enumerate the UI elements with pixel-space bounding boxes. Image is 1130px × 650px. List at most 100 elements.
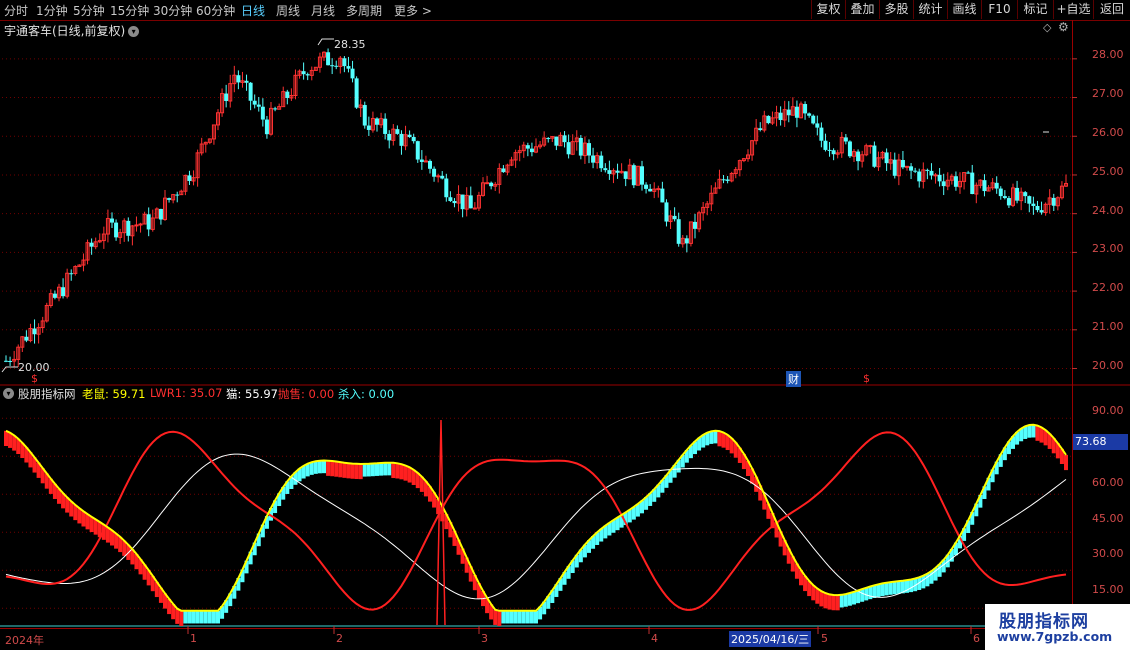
candle-body: [872, 145, 877, 167]
signal-bar: [1039, 427, 1044, 443]
candle-body: [672, 215, 677, 220]
candle-body: [766, 115, 771, 124]
candle-body: [725, 179, 730, 181]
candle-body: [941, 181, 946, 187]
candle-body: [440, 175, 445, 179]
candle-body: [892, 159, 897, 176]
candle-body: [436, 175, 441, 178]
signal-bar: [505, 610, 510, 624]
candle-body: [252, 100, 257, 105]
candle-body: [607, 170, 612, 174]
candle-body: [562, 135, 567, 143]
signal-bar: [827, 594, 832, 610]
candle-body: [428, 160, 432, 169]
candle-body: [587, 143, 591, 156]
candle-body: [387, 133, 392, 141]
event-marker-s[interactable]: $: [31, 372, 38, 385]
time-label: 6: [973, 632, 980, 645]
signal-bar: [880, 583, 885, 597]
lwr1-label: LWR1: 35.07: [150, 386, 223, 400]
signal-bar: [509, 610, 514, 624]
candle-body: [994, 182, 999, 189]
candle-body: [1023, 192, 1028, 197]
candle-body: [485, 182, 490, 185]
signal-bar: [713, 430, 718, 444]
candle-body: [815, 123, 820, 128]
price-tick: 27.00: [1092, 87, 1124, 100]
candle-body: [248, 82, 253, 101]
signal-bar: [191, 610, 196, 624]
candle-body: [472, 207, 477, 210]
indicator-tick: 15.00: [1092, 583, 1124, 596]
candle-body: [982, 180, 987, 192]
signal-bar: [884, 582, 889, 596]
candle-body: [224, 93, 229, 101]
candle-body: [301, 71, 306, 75]
stock-title-area: 宇通客车(日线,前复权) ▾: [4, 22, 140, 39]
event-marker-cai[interactable]: 财: [786, 371, 801, 387]
signal-bar: [179, 610, 184, 626]
indicator-tick: 60.00: [1092, 476, 1124, 489]
candle-body: [900, 160, 905, 168]
chevron-down-icon[interactable]: ▾: [3, 388, 14, 399]
candle-body: [260, 106, 265, 120]
signal-bar: [313, 461, 318, 474]
signal-bar: [370, 463, 375, 477]
candle-body: [648, 188, 653, 192]
signal-bar: [326, 460, 331, 476]
settings-icon[interactable]: ⚙: [1058, 20, 1069, 34]
candle-body: [794, 106, 799, 118]
candle-body: [362, 105, 367, 126]
kline-chart[interactable]: [0, 0, 1130, 650]
signal-bar: [909, 579, 914, 593]
candle-body: [819, 127, 824, 141]
candle-body: [603, 168, 608, 171]
diamond-icon[interactable]: ◇: [1043, 21, 1051, 34]
candle-body: [566, 142, 571, 155]
chevron-down-icon[interactable]: ▾: [128, 26, 140, 37]
candle-body: [448, 197, 453, 202]
candle-body: [933, 174, 938, 177]
signal-bar: [199, 610, 204, 624]
candle-body: [1039, 210, 1044, 213]
candle-body: [24, 336, 29, 341]
signal-bar: [517, 610, 522, 624]
candle-body: [468, 195, 473, 209]
signal-bar: [1035, 425, 1040, 441]
candle-body: [803, 104, 808, 114]
candle-body: [158, 208, 163, 220]
price-tick: 28.00: [1092, 48, 1124, 61]
signal-bar: [521, 610, 526, 624]
candle-body: [623, 171, 628, 179]
signal-bar: [358, 463, 363, 480]
laoshu-key: 老鼠:: [82, 387, 113, 401]
candle-body: [375, 118, 379, 125]
candle-body: [330, 65, 335, 67]
signal-bar: [852, 591, 856, 605]
signal-bar: [89, 516, 94, 533]
candle-body: [909, 166, 914, 171]
candle-body: [52, 293, 57, 298]
candle-body: [868, 145, 873, 148]
lwr1-value: 35.07: [189, 386, 223, 400]
candle-body: [591, 155, 596, 163]
candle-body: [138, 223, 143, 226]
candle-body: [831, 150, 836, 155]
signal-bar: [383, 462, 388, 476]
indicator-tick: 90.00: [1092, 404, 1124, 417]
signal-bar: [839, 594, 844, 608]
event-marker-s[interactable]: $: [863, 372, 870, 385]
candle-body: [1027, 196, 1032, 204]
candle-body: [326, 52, 331, 66]
signal-bar: [334, 461, 339, 477]
price-tick: 26.00: [1092, 126, 1124, 139]
signal-bar: [721, 432, 726, 448]
candle-body: [334, 65, 339, 67]
candle-body: [415, 141, 420, 160]
candle-body: [273, 108, 278, 110]
signal-bar: [892, 581, 897, 595]
signal-bar: [876, 584, 881, 597]
candle-body: [407, 134, 412, 138]
candle-body: [615, 170, 620, 173]
candle-body: [146, 214, 151, 230]
